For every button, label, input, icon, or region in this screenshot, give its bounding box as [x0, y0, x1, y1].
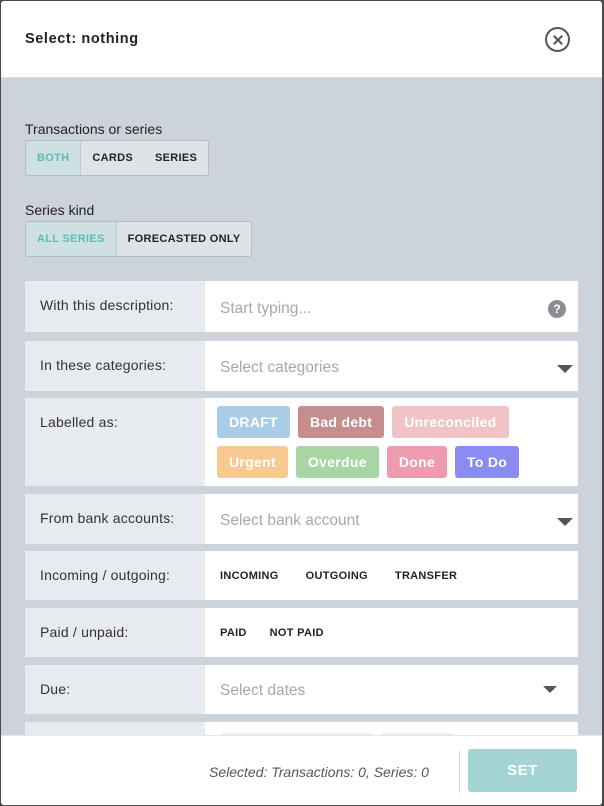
- direction-incoming[interactable]: INCOMING: [220, 570, 279, 582]
- chevron-down-icon[interactable]: [543, 686, 557, 693]
- tx-option-cards[interactable]: CARDS: [81, 141, 144, 175]
- direction-transfer[interactable]: TRANSFER: [395, 570, 457, 582]
- tx-option-series[interactable]: SERIES: [144, 141, 208, 175]
- description-label: With this description:: [25, 281, 205, 332]
- label-chip[interactable]: Bad debt: [297, 406, 385, 438]
- series-kind-toggle: ALL SERIES FORECASTED ONLY: [25, 221, 253, 257]
- bank-label: From bank accounts:: [25, 494, 205, 544]
- footer-divider: [459, 750, 460, 793]
- label-chips: DRAFT Bad debt Unreconciled Urgent Overdue Do…: [217, 406, 547, 486]
- direction-label: Incoming / outgoing:: [25, 551, 205, 600]
- paid-options: PAID NOT PAID: [205, 608, 578, 657]
- label-chip[interactable]: DRAFT: [217, 406, 290, 438]
- due-select[interactable]: Select dates: [205, 665, 578, 714]
- label-chip[interactable]: Unreconciled: [392, 406, 509, 438]
- description-input[interactable]: Start typing... ?: [205, 281, 578, 332]
- modal-title: Select: nothing: [25, 31, 139, 47]
- label-chip[interactable]: Done: [386, 446, 448, 478]
- direction-options: INCOMING OUTGOING TRANSFER: [205, 551, 578, 600]
- bank-placeholder: Select bank account: [220, 512, 360, 529]
- categories-row: In these categories: Select categories: [25, 341, 578, 391]
- tx-series-toggle: BOTH CARDS SERIES: [25, 140, 210, 176]
- modal-header: Select: nothing: [1, 1, 602, 78]
- bank-row: From bank accounts: Select bank account: [25, 494, 578, 544]
- paid-option-not-paid[interactable]: NOT PAID: [270, 627, 324, 639]
- selection-status: Selected: Transactions: 0, Series: 0: [209, 764, 429, 780]
- set-button[interactable]: SET: [468, 749, 577, 792]
- tx-series-label: Transactions or series: [25, 121, 163, 137]
- direction-row: Incoming / outgoing: INCOMING OUTGOING T…: [25, 551, 578, 600]
- categories-label: In these categories:: [25, 341, 205, 391]
- series-option-forecasted[interactable]: FORECASTED ONLY: [117, 222, 252, 256]
- paid-label: Paid / unpaid:: [25, 608, 205, 657]
- description-placeholder: Start typing...: [220, 300, 312, 317]
- due-placeholder: Select dates: [220, 682, 306, 699]
- bank-select[interactable]: Select bank account: [205, 494, 578, 544]
- modal-footer: Selected: Transactions: 0, Series: 0 SET: [1, 735, 602, 805]
- chevron-down-icon[interactable]: [557, 365, 573, 373]
- direction-outgoing[interactable]: OUTGOING: [306, 570, 368, 582]
- series-kind-label: Series kind: [25, 202, 95, 218]
- due-row: Due: Select dates: [25, 665, 578, 714]
- label-chip[interactable]: Urgent: [217, 446, 288, 478]
- categories-placeholder: Select categories: [220, 359, 339, 376]
- categories-select[interactable]: Select categories: [205, 341, 578, 391]
- description-row: With this description: Start typing... ?: [25, 281, 578, 332]
- paid-row: Paid / unpaid: PAID NOT PAID: [25, 608, 578, 657]
- help-icon[interactable]: ?: [548, 300, 566, 318]
- paid-option-paid[interactable]: PAID: [220, 627, 247, 639]
- close-icon[interactable]: [545, 27, 570, 52]
- label-chip[interactable]: To Do: [455, 446, 520, 478]
- series-option-all[interactable]: ALL SERIES: [26, 222, 117, 256]
- filter-modal: Select: nothing Transactions or series B…: [1, 1, 602, 805]
- chevron-down-icon[interactable]: [557, 518, 573, 526]
- labels-row: Labelled as: DRAFT Bad debt Unreconciled Ur…: [25, 398, 578, 486]
- label-chip[interactable]: Overdue: [295, 446, 379, 478]
- labels-picker: DRAFT Bad debt Unreconciled Urgent Overdue Do…: [205, 398, 578, 486]
- tx-option-both[interactable]: BOTH: [26, 141, 82, 175]
- due-label: Due:: [25, 665, 205, 714]
- labels-label: Labelled as:: [25, 398, 205, 486]
